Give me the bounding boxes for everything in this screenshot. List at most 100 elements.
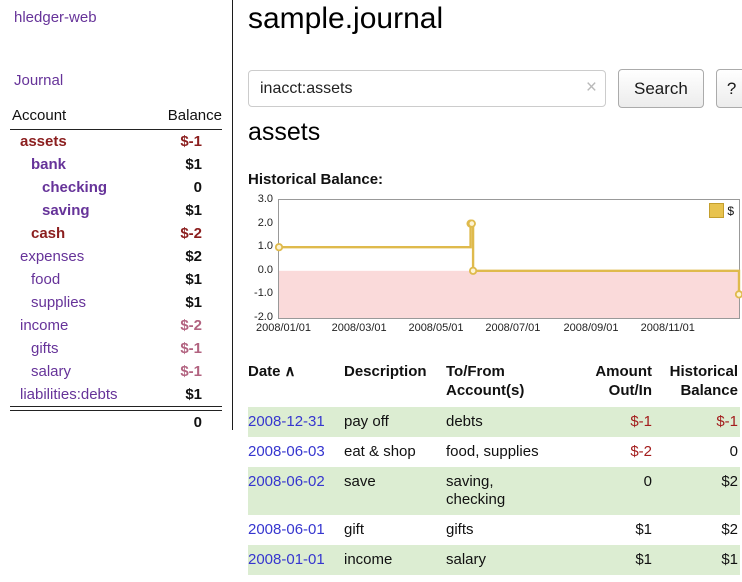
register-header-description: Description	[344, 360, 446, 407]
account-link[interactable]: food	[31, 271, 60, 288]
register-header-account: To/From Account(s)	[446, 360, 578, 407]
account-balance: $-1	[149, 337, 222, 360]
accounts-header-account: Account	[10, 104, 149, 130]
accounts-total-row: 0	[10, 411, 222, 435]
account-link[interactable]: salary	[31, 363, 71, 380]
register-table: Date∧ Description To/From Account(s) Amo…	[248, 360, 740, 575]
search-button[interactable]: Search	[618, 69, 704, 108]
register-amount: $-2	[578, 437, 654, 467]
x-tick-label: 2008/01/01	[256, 322, 311, 334]
register-balance: $1	[654, 545, 740, 575]
accounts-total: 0	[149, 411, 222, 435]
account-link[interactable]: income	[20, 317, 68, 334]
page-title: sample.journal	[248, 2, 443, 36]
account-row: checking 0	[10, 176, 222, 199]
register-date-link[interactable]: 2008-12-31	[248, 413, 325, 430]
account-link[interactable]: saving	[42, 202, 90, 219]
help-button[interactable]: ?	[716, 69, 742, 108]
x-tick-label: 2008/11/01	[641, 322, 695, 334]
clear-search-icon[interactable]: ×	[586, 77, 597, 99]
search-box: ×	[248, 70, 606, 107]
accounts-header-balance: Balance	[149, 104, 222, 130]
register-account: gifts	[446, 515, 578, 545]
sidebar: hledger-web Journal Account Balance asse…	[0, 0, 232, 582]
account-balance: $1	[149, 291, 222, 314]
register-body: 2008-12-31 pay off debts $-1 $-1 2008-06…	[248, 407, 740, 575]
register-description: income	[344, 545, 446, 575]
register-account: saving, checking	[446, 467, 578, 515]
register-row: 2008-12-31 pay off debts $-1 $-1	[248, 407, 740, 437]
sidebar-item-journal[interactable]: Journal	[14, 72, 63, 89]
y-tick-label: 0.0	[258, 264, 273, 276]
y-tick-label: 2.0	[258, 217, 273, 229]
register-balance: $2	[654, 467, 740, 515]
register-row: 2008-06-01 gift gifts $1 $2	[248, 515, 740, 545]
register-row: 2008-06-02 save saving, checking 0 $2	[248, 467, 740, 515]
chart-x-axis: 2008/01/012008/03/012008/05/012008/07/01…	[278, 322, 738, 336]
account-link[interactable]: cash	[31, 225, 65, 242]
app-title-link[interactable]: hledger-web	[14, 9, 97, 26]
register-header-amount: Amount Out/In	[578, 360, 654, 407]
register-row: 2008-06-03 eat & shop food, supplies $-2…	[248, 437, 740, 467]
register-date-link[interactable]: 2008-06-01	[248, 521, 325, 538]
account-row: bank $1	[10, 153, 222, 176]
account-balance: $-1	[149, 360, 222, 383]
register-date-link[interactable]: 2008-06-03	[248, 443, 325, 460]
account-link[interactable]: liabilities:debts	[20, 386, 118, 403]
y-tick-label: 3.0	[258, 193, 273, 205]
account-row: assets $-1	[10, 130, 222, 154]
account-heading: assets	[248, 118, 320, 147]
y-tick-label: 1.0	[258, 240, 273, 252]
register-balance: $2	[654, 515, 740, 545]
accounts-table: Account Balance assets $-1 bank $1 check…	[10, 104, 222, 434]
account-link[interactable]: expenses	[20, 248, 84, 265]
sort-asc-icon[interactable]: ∧	[285, 363, 296, 380]
register-description: pay off	[344, 407, 446, 437]
account-balance: 0	[149, 176, 222, 199]
register-amount: 0	[578, 467, 654, 515]
legend-swatch	[709, 203, 724, 218]
chart-y-axis: 3.02.01.00.0-1.0-2.0	[248, 196, 274, 320]
account-balance: $-2	[149, 314, 222, 337]
register-account: debts	[446, 407, 578, 437]
account-link[interactable]: supplies	[31, 294, 86, 311]
account-link[interactable]: assets	[20, 133, 67, 150]
account-row: supplies $1	[10, 291, 222, 314]
y-tick-label: -1.0	[254, 287, 273, 299]
account-balance: $-2	[149, 222, 222, 245]
account-link[interactable]: checking	[42, 179, 107, 196]
account-balance: $1	[149, 268, 222, 291]
account-link[interactable]: bank	[31, 156, 66, 173]
x-tick-label: 2008/03/01	[332, 322, 387, 334]
account-balance: $-1	[149, 130, 222, 154]
register-date-link[interactable]: 2008-01-01	[248, 551, 325, 568]
account-row: income $-2	[10, 314, 222, 337]
account-balance: $1	[149, 383, 222, 407]
accounts-body: assets $-1 bank $1 checking 0 saving $1 …	[10, 130, 222, 407]
account-row: food $1	[10, 268, 222, 291]
register-date-link[interactable]: 2008-06-02	[248, 473, 325, 490]
register-header-balance: Historical Balance	[654, 360, 740, 407]
search-input[interactable]	[248, 70, 606, 107]
chart-legend: $	[709, 203, 734, 218]
account-row: salary $-1	[10, 360, 222, 383]
x-tick-label: 2008/09/01	[563, 322, 618, 334]
register-amount: $1	[578, 545, 654, 575]
account-link[interactable]: gifts	[31, 340, 59, 357]
x-tick-label: 2008/05/01	[408, 322, 463, 334]
register-balance: 0	[654, 437, 740, 467]
balance-chart: 3.02.01.00.0-1.0-2.0 $ 2008/01/012008/03…	[248, 196, 742, 342]
register-account: salary	[446, 545, 578, 575]
search-bar: × Search ?	[248, 69, 742, 108]
register-balance: $-1	[654, 407, 740, 437]
account-balance: $1	[149, 153, 222, 176]
legend-label: $	[727, 204, 734, 218]
account-row: expenses $2	[10, 245, 222, 268]
register-account: food, supplies	[446, 437, 578, 467]
account-balance: $2	[149, 245, 222, 268]
chart-plot-area: $	[278, 199, 740, 319]
account-row: gifts $-1	[10, 337, 222, 360]
balance-chart-svg	[279, 200, 739, 318]
register-description: eat & shop	[344, 437, 446, 467]
register-amount: $1	[578, 515, 654, 545]
